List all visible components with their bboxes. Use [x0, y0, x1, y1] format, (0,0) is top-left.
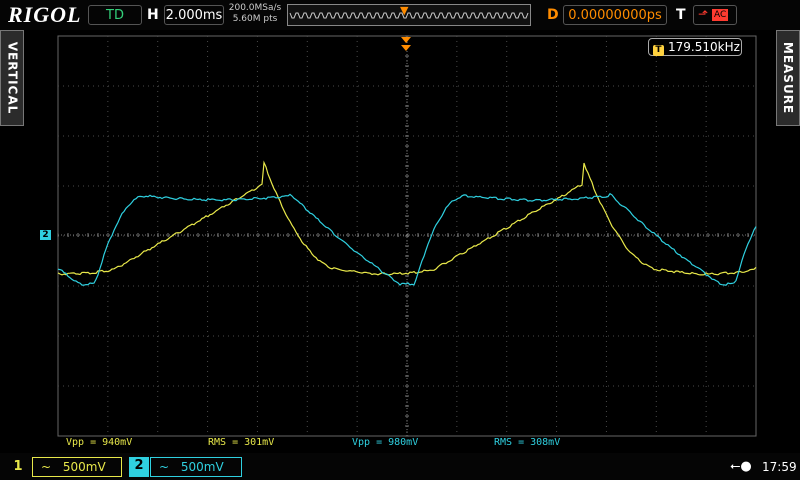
- frequency-counter: T 179.510kHz: [648, 38, 742, 56]
- channel-2-scale-box[interactable]: ~ 500mV: [150, 457, 242, 477]
- measure-tab-label: MEASURE: [781, 41, 795, 115]
- measurement-ch2-rms: RMS = 308mV: [494, 437, 561, 448]
- channel-1-scale: 500mV: [62, 460, 106, 474]
- vertical-tab-label: VERTICAL: [5, 41, 20, 115]
- vertical-menu-tab[interactable]: VERTICAL: [0, 30, 24, 126]
- measurement-ch2-vpp: Vpp = 980mV: [352, 437, 419, 448]
- measurement-ch1-vpp: Vpp = 940mV: [66, 437, 133, 448]
- trigger-position-top-icon: [401, 37, 411, 51]
- graticule: [57, 35, 757, 437]
- ac-coupling-icon: ~: [41, 460, 52, 474]
- measurement-ch1-rms: RMS = 301mV: [208, 437, 275, 448]
- measure-menu-tab[interactable]: MEASURE: [776, 30, 800, 126]
- channel-2-number[interactable]: 2: [129, 457, 149, 477]
- bottom-channel-bar: 1 ~ 500mV 2 ~ 500mV ⭠● 17:59: [0, 453, 800, 480]
- channel-1-scale-box[interactable]: ~ 500mV: [32, 457, 122, 477]
- waveform-display[interactable]: [0, 0, 800, 480]
- channel-1-number[interactable]: 1: [8, 458, 28, 476]
- channel-2-scale: 500mV: [180, 460, 224, 474]
- usb-icon: ⭠●: [730, 459, 752, 474]
- channel-2-offset-marker[interactable]: 2: [40, 230, 51, 240]
- frequency-value: 179.510kHz: [668, 40, 740, 54]
- clock: 17:59: [762, 460, 797, 474]
- ac-coupling-icon: ~: [159, 460, 170, 474]
- trigger-t-icon: T: [653, 45, 664, 56]
